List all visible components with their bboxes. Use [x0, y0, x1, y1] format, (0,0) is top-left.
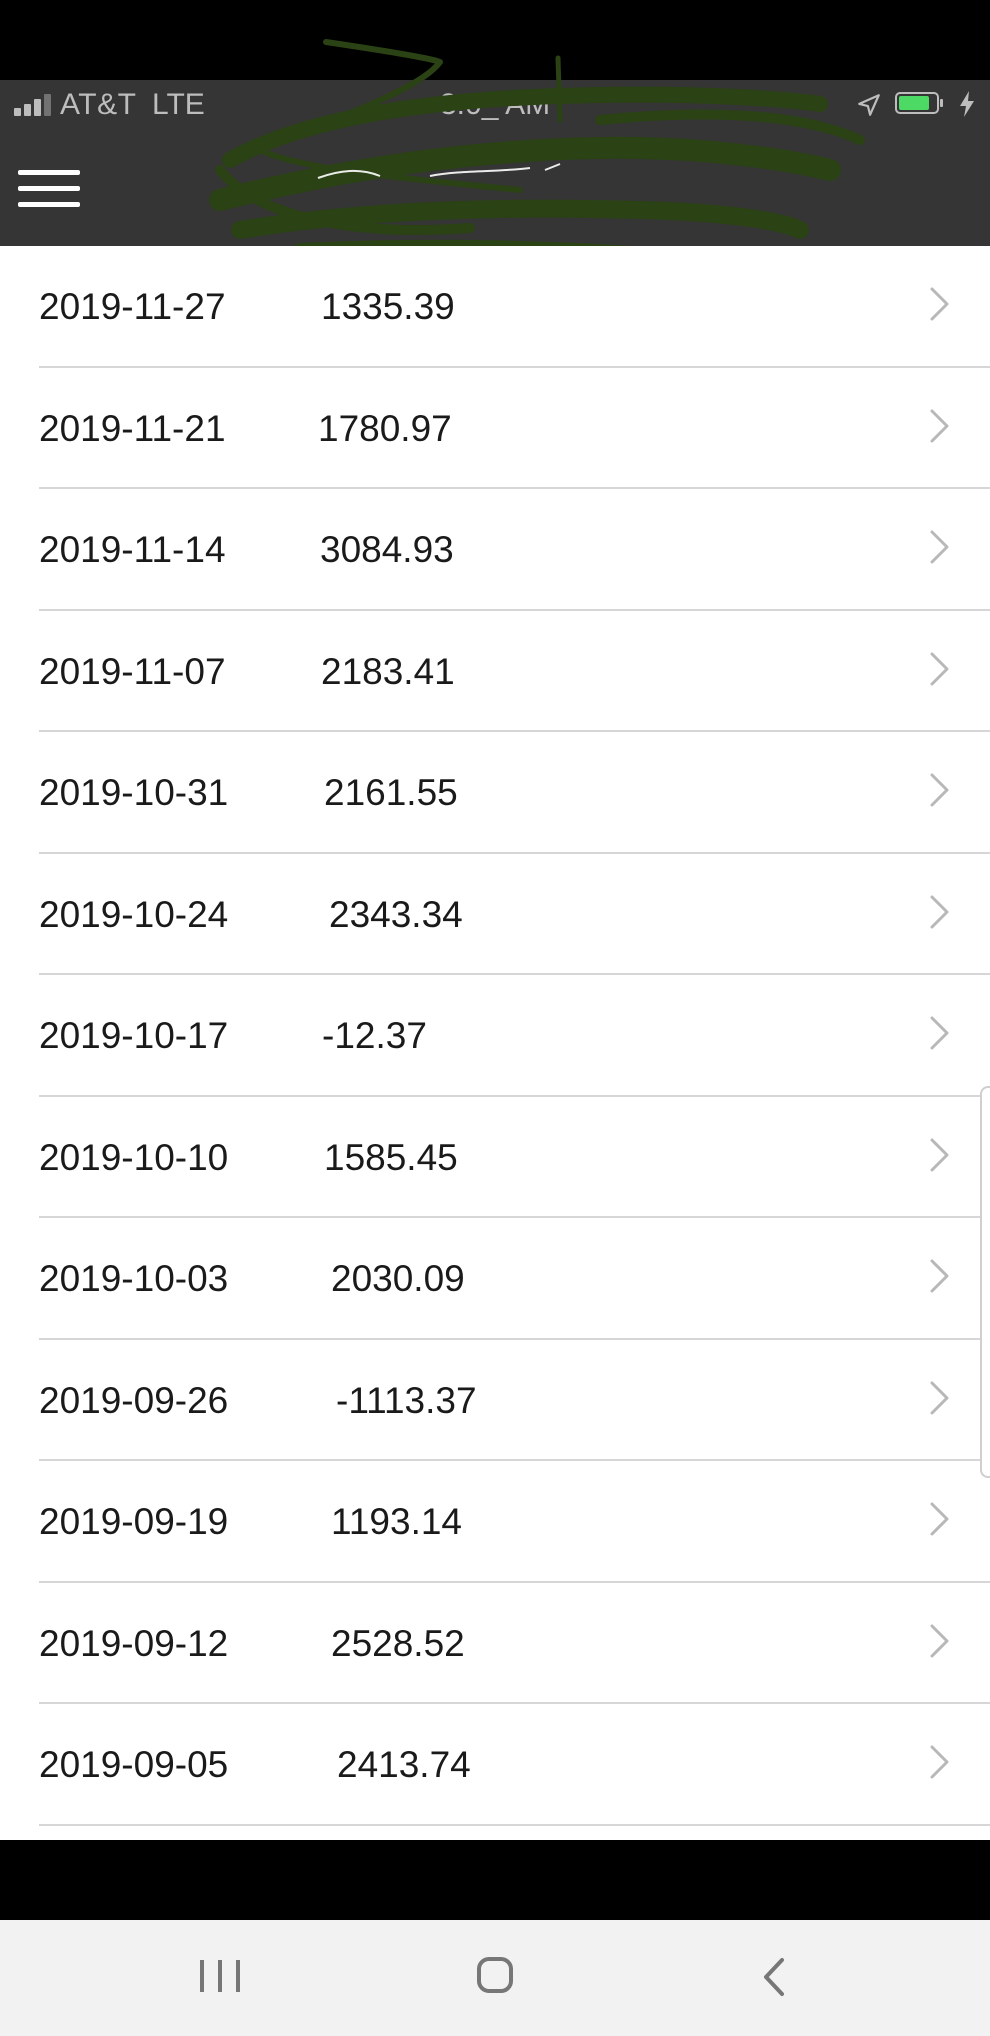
row-date: 2019-10-03: [39, 1258, 229, 1299]
row-date: 2019-11-27: [39, 286, 226, 327]
row-date: 2019-09-19: [39, 1501, 229, 1542]
row-amount: 2161.55: [324, 772, 458, 813]
list-item[interactable]: 2019-10-17 -12.37: [0, 975, 990, 1097]
row-date: 2019-10-10: [39, 1136, 229, 1178]
row-amount: 2528.52: [331, 1622, 465, 1664]
row-date: 2019-11-07: [39, 650, 226, 692]
chevron-right-icon: [930, 895, 949, 928]
row-date: 2019-11-21: [39, 407, 226, 449]
chevron-right-icon: [930, 530, 949, 564]
row-amount: 2030.09: [331, 1258, 465, 1299]
list-item[interactable]: 2019-11-07 2183.41: [0, 611, 990, 733]
carrier-label: AT&T: [60, 88, 137, 121]
row-amount: 1585.45: [324, 1136, 458, 1178]
chevron-right-icon: [930, 1138, 949, 1171]
row-amount: 2413.74: [337, 1744, 471, 1785]
list-item[interactable]: 2019-09-05 2413.74: [0, 1704, 990, 1826]
chevron-right-icon: [930, 1016, 949, 1050]
row-amount: 3084.93: [320, 529, 454, 570]
list-item[interactable]: 2019-09-12 2528.52: [0, 1583, 990, 1705]
chevron-right-icon: [930, 773, 949, 807]
list-item[interactable]: 2019-10-03 2030.09: [0, 1218, 990, 1340]
row-amount: 2343.34: [329, 893, 463, 935]
list-item[interactable]: 2019-11-21 1780.97: [0, 368, 990, 490]
chevron-right-icon: [930, 1259, 949, 1293]
home-icon[interactable]: [477, 1957, 513, 1993]
scroll-indicator[interactable]: [980, 1086, 990, 1478]
bottom-black-bar: [0, 1840, 990, 1920]
system-navigation-bar: [0, 1920, 990, 2036]
row-date: 2019-09-12: [39, 1622, 229, 1664]
row-date: 2019-11-14: [39, 529, 226, 570]
row-amount: -1113.37: [336, 1379, 477, 1421]
row-date: 2019-09-05: [39, 1744, 229, 1785]
list-item[interactable]: 2019-11-27 1335.39: [0, 246, 990, 368]
list-item[interactable]: 2019-10-31 2161.55: [0, 732, 990, 854]
row-date: 2019-10-31: [39, 772, 229, 813]
network-label: LTE: [152, 88, 205, 121]
battery-icon: [895, 92, 943, 114]
recent-apps-icon[interactable]: [198, 1956, 242, 1996]
chevron-right-icon: [930, 1381, 949, 1414]
chevron-right-icon: [930, 1624, 949, 1657]
row-amount: 2183.41: [321, 650, 455, 692]
app-header: [0, 128, 990, 246]
list-item[interactable]: 2019-09-19 1193.14: [0, 1461, 990, 1583]
chevron-right-icon: [930, 287, 949, 321]
back-icon[interactable]: [760, 1956, 788, 1998]
location-arrow-icon: [858, 94, 880, 116]
row-amount: 1193.14: [331, 1501, 462, 1542]
row-amount: 1780.97: [318, 407, 452, 449]
top-black-bar: [0, 0, 990, 80]
list-item[interactable]: 2019-10-10 1585.45: [0, 1097, 990, 1219]
list-item[interactable]: 2019-11-14 3084.93: [0, 489, 990, 611]
signal-icon: [14, 94, 56, 116]
charging-bolt-icon: [960, 91, 974, 117]
row-date: 2019-10-24: [39, 893, 229, 935]
chevron-right-icon: [930, 1745, 949, 1779]
chevron-right-icon: [930, 409, 949, 442]
row-amount: -12.37: [322, 1015, 427, 1056]
row-amount: 1335.39: [321, 286, 455, 327]
row-date: 2019-09-26: [39, 1379, 229, 1421]
chevron-right-icon: [930, 652, 949, 685]
chevron-right-icon: [930, 1502, 949, 1536]
clock-label: 3:0_ AM: [440, 88, 551, 121]
transactions-list: 2019-11-27 1335.39 2019-11-21 1780.97 2019-1…: [0, 246, 990, 1840]
row-date: 2019-10-17: [39, 1015, 229, 1056]
list-item[interactable]: 2019-09-26 -1113.37: [0, 1340, 990, 1462]
list-item[interactable]: 2019-10-24 2343.34: [0, 854, 990, 976]
status-bar: AT&T LTE 3:0_ AM: [0, 80, 990, 128]
hamburger-menu-icon[interactable]: [18, 170, 80, 208]
